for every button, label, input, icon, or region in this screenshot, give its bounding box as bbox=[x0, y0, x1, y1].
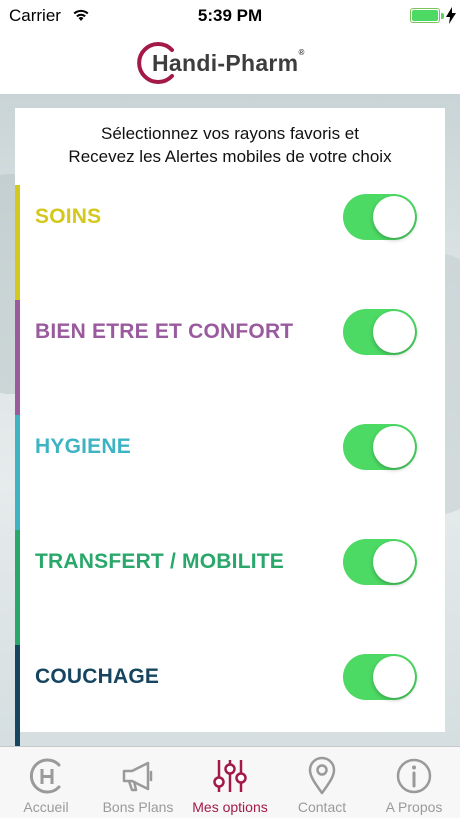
logo: Handi-Pharm® bbox=[134, 38, 304, 88]
tab-a-propos[interactable]: A Propos bbox=[368, 747, 460, 818]
battery-tip bbox=[441, 13, 444, 19]
toggle-knob bbox=[373, 426, 415, 468]
toggle-soins[interactable] bbox=[343, 194, 417, 240]
megaphone-icon bbox=[122, 761, 153, 792]
option-row-hygiene: HYGIENE bbox=[15, 415, 445, 530]
status-bar: Carrier 5:39 PM bbox=[0, 0, 460, 32]
toggle-hygiene[interactable] bbox=[343, 424, 417, 470]
home-h-icon bbox=[29, 758, 61, 794]
status-time: 5:39 PM bbox=[197, 6, 263, 25]
tab-accueil[interactable]: Accueil bbox=[0, 747, 92, 818]
toggle-knob bbox=[373, 541, 415, 583]
row-color-bar bbox=[15, 415, 20, 530]
toggle-transfert[interactable] bbox=[343, 539, 417, 585]
logo-text: Handi-Pharm bbox=[152, 49, 299, 76]
tab-label: Mes options bbox=[192, 799, 268, 815]
tab-label: Contact bbox=[297, 799, 347, 815]
battery-icon bbox=[410, 8, 440, 23]
option-label: TRANSFERT / MOBILITE bbox=[35, 550, 284, 573]
option-row-soins: SOINS bbox=[15, 185, 445, 300]
tab-bons-plans[interactable]: Bons Plans bbox=[92, 747, 184, 818]
tab-label: A Propos bbox=[385, 799, 443, 815]
option-label: SOINS bbox=[35, 205, 102, 228]
toggle-knob bbox=[373, 311, 415, 353]
toggle-bien-etre[interactable] bbox=[343, 309, 417, 355]
map-pin-icon bbox=[308, 756, 336, 795]
sliders-icon bbox=[213, 760, 247, 792]
tab-label: Bons Plans bbox=[102, 799, 174, 815]
info-icon bbox=[396, 758, 432, 794]
option-label: COUCHAGE bbox=[35, 665, 160, 688]
tab-contact[interactable]: Contact bbox=[276, 747, 368, 818]
tab-mes-options[interactable]: Mes options bbox=[184, 747, 276, 818]
intro-line-1: Sélectionnez vos rayons favoris et bbox=[101, 124, 359, 143]
intro-text: Sélectionnez vos rayons favoris et Recev… bbox=[15, 122, 445, 168]
option-row-couchage: COUCHAGE bbox=[15, 645, 445, 760]
intro-line-2: Recevez les Alertes mobiles de votre cho… bbox=[68, 147, 392, 166]
option-label: HYGIENE bbox=[35, 435, 131, 458]
row-color-bar bbox=[15, 185, 20, 300]
row-color-bar bbox=[15, 530, 20, 645]
row-color-bar bbox=[15, 645, 20, 760]
tab-bar: Accueil Bons Plans Mes options Contact A… bbox=[0, 746, 460, 818]
options-card: Sélectionnez vos rayons favoris et Recev… bbox=[15, 108, 445, 760]
tab-label: Accueil bbox=[23, 799, 69, 815]
toggle-couchage[interactable] bbox=[343, 654, 417, 700]
charging-bolt-icon bbox=[446, 7, 456, 24]
option-row-transfert: TRANSFERT / MOBILITE bbox=[15, 530, 445, 645]
toggle-knob bbox=[373, 196, 415, 238]
option-label: BIEN ETRE ET CONFORT bbox=[35, 320, 294, 343]
toggle-knob bbox=[373, 656, 415, 698]
app-header: Handi-Pharm® bbox=[0, 32, 460, 94]
option-row-bien-etre: BIEN ETRE ET CONFORT bbox=[15, 300, 445, 415]
row-color-bar bbox=[15, 300, 20, 415]
